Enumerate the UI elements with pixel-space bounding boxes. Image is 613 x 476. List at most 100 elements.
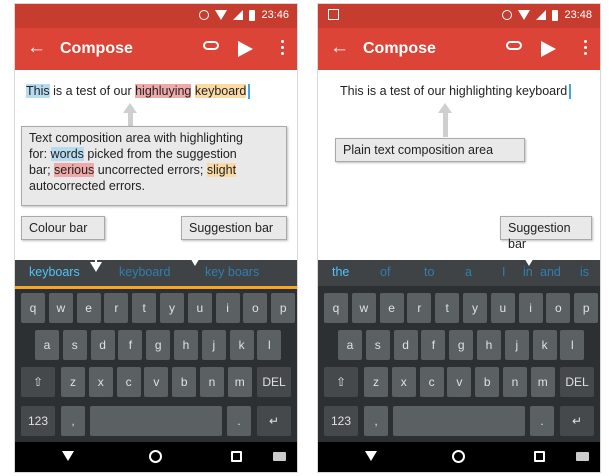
suggestion-item[interactable]: key boars: [205, 265, 259, 279]
nav-home-icon[interactable]: [452, 450, 465, 463]
suggestion-item[interactable]: to: [424, 265, 434, 279]
callout-pointer-icon: [438, 103, 452, 113]
compose-text-area[interactable]: This is a test of our highluying keyboar…: [26, 84, 250, 100]
enter-key[interactable]: ↵: [257, 406, 291, 436]
key-s[interactable]: s: [365, 330, 390, 360]
key-t[interactable]: t: [435, 293, 460, 323]
suggestion-item[interactable]: keyboars: [29, 265, 80, 279]
key-i[interactable]: i: [518, 293, 543, 323]
key-d[interactable]: d: [393, 330, 418, 360]
key-p[interactable]: p: [271, 293, 296, 323]
key-q[interactable]: q: [324, 293, 348, 323]
key-n[interactable]: n: [503, 367, 527, 397]
nav-back-icon[interactable]: [62, 451, 74, 461]
key-k[interactable]: k: [229, 330, 254, 360]
nav-recents-icon[interactable]: [534, 451, 545, 462]
space-bar[interactable]: [90, 406, 222, 436]
key-a[interactable]: a: [35, 330, 59, 360]
key-u[interactable]: u: [187, 293, 212, 323]
key-c[interactable]: c: [116, 367, 141, 397]
attach-icon[interactable]: [203, 41, 219, 50]
keyboard-switch-icon[interactable]: [576, 452, 589, 461]
numbers-key[interactable]: 123: [21, 406, 55, 436]
suggestion-item[interactable]: in: [523, 265, 533, 279]
send-icon[interactable]: [541, 41, 556, 57]
suggestion-item[interactable]: is: [580, 265, 589, 279]
key-f[interactable]: f: [421, 330, 446, 360]
back-arrow-icon[interactable]: ←: [27, 37, 46, 59]
space-bar[interactable]: [393, 406, 525, 436]
key-q[interactable]: q: [21, 293, 45, 323]
key-w[interactable]: w: [351, 293, 376, 323]
key-f[interactable]: f: [118, 330, 143, 360]
overflow-menu-icon[interactable]: [584, 40, 587, 56]
key-t[interactable]: t: [132, 293, 157, 323]
suggestion-item[interactable]: I: [502, 265, 505, 279]
key-b[interactable]: b: [475, 367, 500, 397]
key-n[interactable]: n: [200, 367, 224, 397]
key-j[interactable]: j: [504, 330, 529, 360]
key-w[interactable]: w: [48, 293, 73, 323]
wifi-icon: [215, 10, 228, 20]
key-e[interactable]: e: [379, 293, 404, 323]
key-a[interactable]: a: [338, 330, 362, 360]
numbers-key[interactable]: 123: [324, 406, 358, 436]
key-d[interactable]: d: [90, 330, 115, 360]
key-r[interactable]: r: [407, 293, 432, 323]
suggestion-item[interactable]: of: [380, 265, 390, 279]
period-key[interactable]: .: [530, 406, 554, 436]
shift-key[interactable]: ⇧: [324, 367, 358, 397]
back-arrow-icon[interactable]: ←: [330, 37, 349, 59]
comma-key[interactable]: ,: [364, 406, 388, 436]
key-c[interactable]: c: [419, 367, 444, 397]
key-x[interactable]: x: [391, 367, 416, 397]
phone-screen-left: 23:46 ← Compose This is a test of our hi…: [15, 4, 297, 472]
enter-key[interactable]: ↵: [560, 406, 594, 436]
period-key[interactable]: .: [227, 406, 251, 436]
overflow-menu-icon[interactable]: [281, 40, 284, 56]
send-icon[interactable]: [238, 41, 253, 57]
key-i[interactable]: i: [215, 293, 240, 323]
comma-key[interactable]: ,: [61, 406, 85, 436]
key-z[interactable]: z: [364, 367, 388, 397]
key-o[interactable]: o: [546, 293, 571, 323]
shift-key[interactable]: ⇧: [21, 367, 55, 397]
key-l[interactable]: l: [257, 330, 282, 360]
key-e[interactable]: e: [76, 293, 101, 323]
suggestion-item[interactable]: and: [540, 265, 561, 279]
key-x[interactable]: x: [88, 367, 113, 397]
key-g[interactable]: g: [146, 330, 171, 360]
key-o[interactable]: o: [243, 293, 268, 323]
key-h[interactable]: h: [174, 330, 198, 360]
key-s[interactable]: s: [62, 330, 87, 360]
key-u[interactable]: u: [490, 293, 515, 323]
suggestion-item[interactable]: the: [332, 265, 349, 279]
key-h[interactable]: h: [477, 330, 501, 360]
delete-key[interactable]: DEL: [257, 367, 291, 397]
nav-recents-icon[interactable]: [231, 451, 242, 462]
key-m[interactable]: m: [530, 367, 555, 397]
key-k[interactable]: k: [532, 330, 557, 360]
suggestion-item[interactable]: keyboard: [119, 265, 170, 279]
delete-key[interactable]: DEL: [560, 367, 594, 397]
nav-back-icon[interactable]: [365, 451, 377, 461]
suggestion-item[interactable]: a: [465, 265, 472, 279]
key-b[interactable]: b: [172, 367, 197, 397]
compose-text-area[interactable]: This is a test of our highlighting keybo…: [340, 84, 571, 100]
key-m[interactable]: m: [227, 367, 252, 397]
key-l[interactable]: l: [560, 330, 585, 360]
word-from-suggestion: This: [26, 84, 50, 98]
key-g[interactable]: g: [449, 330, 474, 360]
key-row-2: asdfghjkl: [15, 330, 297, 362]
key-y[interactable]: y: [160, 293, 184, 323]
key-z[interactable]: z: [61, 367, 85, 397]
key-v[interactable]: v: [447, 367, 472, 397]
key-p[interactable]: p: [574, 293, 599, 323]
key-r[interactable]: r: [104, 293, 129, 323]
nav-home-icon[interactable]: [149, 450, 162, 463]
key-y[interactable]: y: [463, 293, 487, 323]
keyboard-switch-icon[interactable]: [273, 452, 286, 461]
key-j[interactable]: j: [201, 330, 226, 360]
key-v[interactable]: v: [144, 367, 169, 397]
attach-icon[interactable]: [506, 41, 522, 50]
